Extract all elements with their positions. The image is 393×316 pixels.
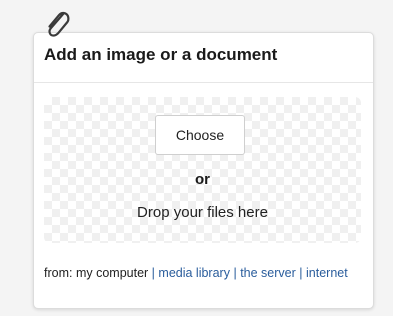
panel-title: Add an image or a document [44, 45, 278, 64]
or-label: or [195, 171, 210, 188]
paperclip-icon [48, 11, 70, 37]
drop-zone[interactable]: Choose or Drop your files here [44, 97, 361, 243]
separator: | [233, 266, 237, 280]
from-my-computer-label: from: my computer [44, 266, 149, 280]
the-server-link[interactable]: the server [240, 266, 296, 280]
internet-link[interactable]: internet [306, 266, 348, 280]
upload-sources: from: my computer | media library | the … [44, 262, 364, 284]
separator: | [151, 266, 155, 280]
separator: | [299, 266, 303, 280]
media-library-link[interactable]: media library [158, 266, 230, 280]
divider [34, 82, 373, 83]
choose-button[interactable]: Choose [155, 115, 245, 155]
drop-files-label: Drop your files here [137, 204, 268, 221]
upload-panel: Add an image or a document Choose or Dro… [33, 32, 374, 309]
